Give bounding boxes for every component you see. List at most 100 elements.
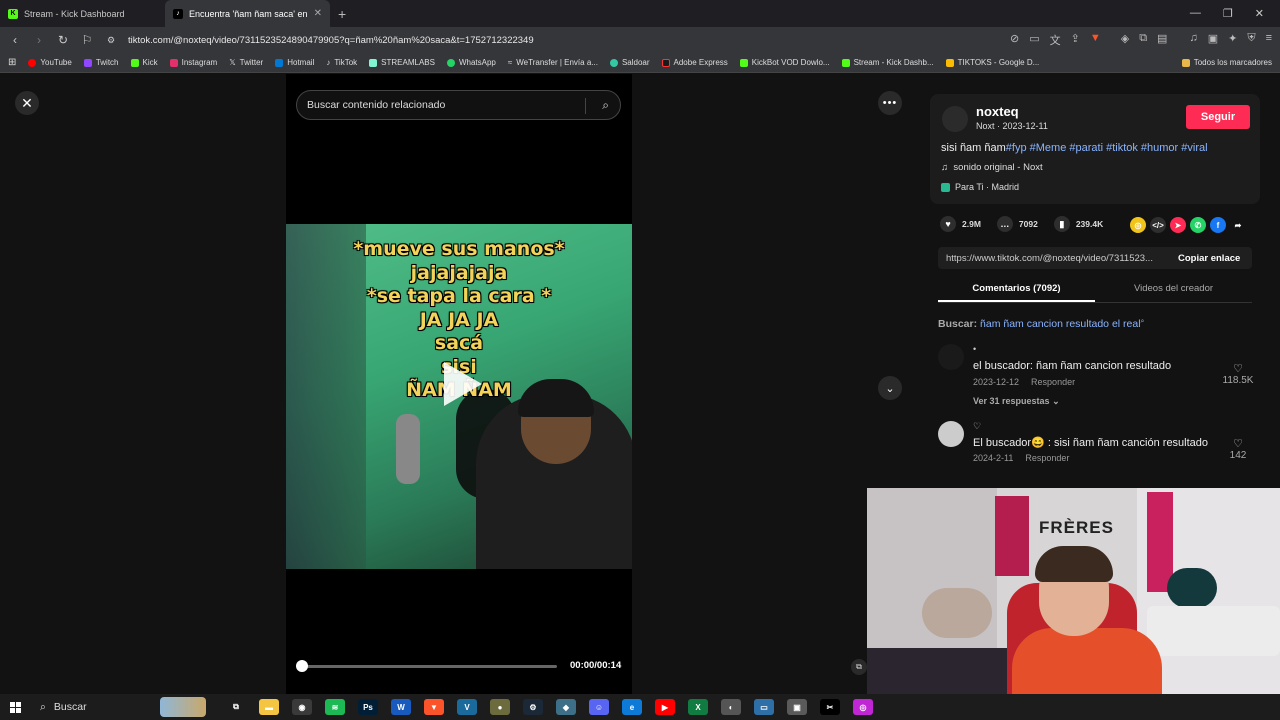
bookmark-instagram[interactable]: Instagram — [169, 58, 217, 67]
bookmark-hotmail[interactable]: Hotmail — [275, 58, 314, 67]
more-options-button[interactable]: ••• — [878, 91, 902, 115]
site-settings-icon[interactable]: ⚙ — [104, 35, 118, 46]
obs-icon[interactable]: ◉ — [292, 699, 312, 715]
bookmark-kick[interactable]: Kick — [130, 58, 158, 67]
comment-author[interactable]: • — [973, 344, 976, 354]
progress-knob[interactable] — [296, 660, 308, 672]
app6-icon[interactable]: ◎ — [853, 699, 873, 715]
comment-author[interactable]: ♡ — [973, 421, 981, 432]
spotify-icon[interactable]: ≋ — [325, 699, 345, 715]
discord-icon[interactable]: ☺ — [589, 699, 609, 715]
leo-icon[interactable]: ✦ — [1228, 32, 1237, 48]
related-search-suggestion[interactable]: Buscar: ñam ñam cancion resultado el rea… — [938, 318, 1144, 330]
share-icon[interactable]: ⇪ — [1071, 32, 1080, 48]
bookmark-google-drive[interactable]: TIKTOKS - Google D... — [945, 58, 1039, 67]
bookmark-twitter[interactable]: 𝕏 Twitter — [229, 58, 263, 67]
comment-icon[interactable]: … — [996, 216, 1013, 232]
author-username[interactable]: noxteq — [976, 104, 1019, 119]
forward-icon[interactable]: › — [32, 33, 46, 47]
app4-icon[interactable]: ▭ — [754, 699, 774, 715]
translate-icon[interactable]: 文 — [1050, 32, 1061, 48]
related-search-input[interactable]: Buscar contenido relacionado ⌕ — [296, 90, 621, 120]
capcut-icon[interactable]: ✂ — [820, 699, 840, 715]
bookmark-icon[interactable]: ⚐ — [80, 33, 94, 47]
mute-icon[interactable]: ⊘ — [1010, 32, 1019, 48]
description-hashtags[interactable]: #fyp #Meme #parati #tiktok #humor #viral — [1006, 142, 1208, 154]
next-video-button[interactable]: ⌄ — [878, 376, 902, 400]
bookmark-kick-dashboard[interactable]: Stream - Kick Dashb... — [841, 58, 934, 67]
tab-comments[interactable]: Comentarios (7092) — [938, 279, 1095, 302]
bookmarks-folder[interactable]: Todos los marcadores — [1181, 58, 1272, 67]
back-icon[interactable]: ‹ — [8, 33, 22, 47]
bookmark-wetransfer[interactable]: ≈ WeTransfer | Envía a... — [508, 58, 598, 67]
vegas-icon[interactable]: V — [457, 699, 477, 715]
related-search-query[interactable]: ñam ñam cancion resultado el real — [980, 318, 1141, 330]
close-window-icon[interactable]: ✕ — [1255, 7, 1264, 20]
bookmark-streamlabs[interactable]: STREAMLABS — [369, 58, 435, 67]
avatar[interactable] — [938, 421, 964, 447]
cast-icon[interactable]: ▭ — [1029, 32, 1039, 48]
taskbar-search[interactable]: ⌕ Buscar — [30, 694, 220, 720]
search-icon[interactable]: ⌕ — [602, 98, 609, 113]
coin-icon[interactable]: ◎ — [1130, 217, 1146, 233]
embed-icon[interactable]: </> — [1150, 217, 1166, 233]
forward-icon[interactable]: ➦ — [1230, 217, 1246, 233]
follow-button[interactable]: Seguir — [1186, 105, 1250, 129]
explorer-icon[interactable]: ▬ — [259, 699, 279, 715]
app-icon[interactable]: ● — [490, 699, 510, 715]
sound-row[interactable]: ♫ sonido original - Noxt — [941, 162, 1043, 173]
bookmark-youtube[interactable]: YouTube — [28, 58, 72, 67]
close-video-button[interactable]: ✕ — [15, 91, 39, 115]
music-icon[interactable]: ♫ — [1189, 32, 1197, 48]
avatar[interactable] — [942, 106, 968, 132]
copy-link-button[interactable]: Copiar enlace — [1168, 253, 1240, 264]
reply-button[interactable]: Responder — [1025, 453, 1069, 463]
tab-tiktok[interactable]: ♪ Encuentra 'ñam ñam saca' en Tik ✕ — [165, 0, 330, 27]
sidebar-icon[interactable]: ▤ — [1157, 32, 1167, 48]
view-replies-button[interactable]: Ver 31 respuestas ⌄ — [973, 396, 1060, 407]
new-tab-button[interactable]: + — [330, 6, 354, 22]
minimize-icon[interactable]: — — [1190, 7, 1201, 20]
close-tab-icon[interactable]: ✕ — [314, 8, 322, 19]
extensions-icon[interactable]: ⧉ — [1139, 32, 1147, 48]
url-field[interactable]: tiktok.com/@noxteq/video/731152352489047… — [128, 35, 534, 46]
photoshop-icon[interactable]: Ps — [358, 699, 378, 715]
app3-icon[interactable]: ◐ — [721, 699, 741, 715]
app5-icon[interactable]: ▣ — [787, 699, 807, 715]
bookmark-kickbot[interactable]: KickBot VOD Dowlo... — [739, 58, 830, 67]
youtube-app-icon[interactable]: ▶ — [655, 699, 675, 715]
facebook-icon[interactable]: f — [1210, 217, 1226, 233]
brave-icon[interactable]: ▼ — [424, 699, 444, 715]
menu-icon[interactable]: ≡ — [1266, 32, 1272, 48]
comment-like[interactable]: ♡ 118.5K — [1218, 362, 1258, 386]
rewards-icon[interactable]: ◈ — [1121, 32, 1129, 48]
word-icon[interactable]: W — [391, 699, 411, 715]
brave-shield-icon[interactable]: ▼ — [1090, 32, 1101, 48]
excel-icon[interactable]: X — [688, 699, 708, 715]
apps-grid-icon[interactable]: ⊞ — [8, 57, 16, 68]
video-link[interactable]: https://www.tiktok.com/@noxteq/video/731… — [938, 253, 1168, 264]
heart-icon[interactable]: ♥ — [940, 216, 956, 232]
reply-button[interactable]: Responder — [1031, 377, 1075, 387]
bookmark-saldoar[interactable]: Saldoar — [609, 58, 650, 67]
app2-icon[interactable]: ◆ — [556, 699, 576, 715]
location-row[interactable]: Para Ti · Madrid — [941, 182, 1019, 192]
tab-kick-dashboard[interactable]: K Stream - Kick Dashboard — [0, 0, 165, 27]
bookmark-twitch[interactable]: Twitch — [83, 58, 119, 67]
picture-in-picture-icon[interactable]: ⧉ — [851, 659, 867, 675]
play-icon[interactable] — [444, 362, 482, 406]
wallet-icon[interactable]: ▣ — [1208, 32, 1218, 48]
save-icon[interactable]: ▮ — [1053, 216, 1070, 232]
progress-bar[interactable] — [302, 665, 557, 668]
edge-icon[interactable]: e — [622, 699, 642, 715]
bookmark-whatsapp[interactable]: WhatsApp — [446, 58, 496, 67]
whatsapp-icon[interactable]: ✆ — [1190, 217, 1206, 233]
bookmark-tiktok[interactable]: ♪ TikTok — [326, 58, 357, 67]
send-icon[interactable]: ➤ — [1170, 217, 1186, 233]
reload-icon[interactable]: ↻ — [56, 33, 70, 47]
start-button[interactable] — [0, 701, 30, 713]
steam-icon[interactable]: ⚙ — [523, 699, 543, 715]
comment-like[interactable]: ♡ 142 — [1218, 437, 1258, 461]
restore-icon[interactable]: ❐ — [1223, 7, 1233, 20]
avatar[interactable] — [938, 344, 964, 370]
